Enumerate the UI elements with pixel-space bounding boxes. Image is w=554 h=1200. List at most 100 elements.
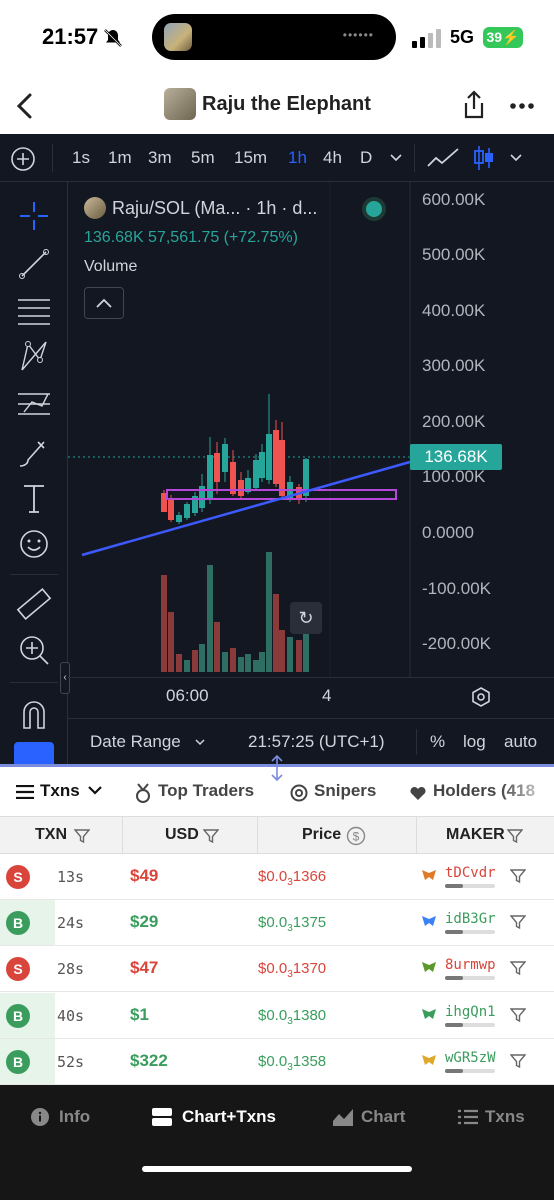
volume-bar — [192, 650, 198, 672]
back-chevron-icon[interactable] — [14, 92, 36, 120]
chevron-down-icon[interactable] — [195, 739, 205, 746]
percent-toggle[interactable]: % — [430, 732, 445, 752]
filter-icon[interactable] — [510, 960, 526, 976]
signal-icon — [412, 29, 441, 48]
timeframe-3m[interactable]: 3m — [148, 148, 172, 168]
legend-symbol[interactable]: Raju/SOL (Ma... · 1h · d... — [112, 198, 317, 219]
volume-bar — [287, 637, 293, 672]
maker-address[interactable]: wGR5zW — [445, 1050, 496, 1066]
volume-bar — [230, 648, 236, 672]
table-row[interactable]: B 40s $1 $0.031380 ihgQn1 — [0, 992, 554, 1039]
line-chart-icon[interactable] — [426, 146, 460, 170]
currency-toggle-icon[interactable]: $ — [346, 826, 366, 846]
y-axis-label: 500.00K — [422, 245, 486, 264]
settings-hex-icon[interactable] — [470, 686, 492, 708]
candlestick-icon[interactable] — [472, 144, 496, 172]
candle-body — [214, 453, 220, 482]
more-icon[interactable] — [510, 102, 534, 110]
log-toggle[interactable]: log — [463, 732, 486, 752]
txn-price-digits: 1366 — [292, 868, 327, 885]
timeframe-15m[interactable]: 15m — [234, 148, 267, 168]
filter-icon[interactable] — [510, 1053, 526, 1069]
timeframe-5m[interactable]: 5m — [191, 148, 215, 168]
add-indicator-icon[interactable] — [10, 146, 36, 172]
volume-bar — [296, 640, 302, 672]
text-icon[interactable] — [14, 478, 54, 518]
txn-usd: $29 — [130, 912, 159, 932]
maker-balance-bar — [445, 1068, 495, 1073]
date-range-button[interactable]: Date Range — [90, 732, 181, 752]
magnet-icon[interactable] — [14, 694, 54, 734]
timezone-clock[interactable]: 21:57:25 (UTC+1) — [248, 732, 385, 752]
island-avatar — [164, 23, 192, 51]
nav-chart[interactable]: Chart — [361, 1107, 405, 1127]
maker-address[interactable]: idB3Gr — [445, 911, 496, 927]
chevron-down-icon[interactable] — [510, 154, 522, 162]
candle-body — [266, 434, 272, 480]
trend-line-icon[interactable] — [14, 244, 54, 284]
maker-balance-bar — [445, 1022, 495, 1027]
brush-icon[interactable] — [14, 432, 54, 472]
auto-toggle[interactable]: auto — [504, 732, 537, 752]
timeframe-d[interactable]: D — [360, 148, 372, 168]
timeframe-bar: 1s 1m 3m 5m 15m 1h 4h D — [0, 134, 554, 182]
pattern-icon[interactable] — [14, 336, 54, 376]
nav-txns[interactable]: Txns — [485, 1107, 525, 1127]
token-avatar — [164, 88, 196, 120]
nav-chart-txns[interactable]: Chart+Txns — [182, 1107, 276, 1127]
maker-address[interactable]: ihgQn1 — [445, 1004, 496, 1020]
filter-icon[interactable] — [510, 914, 526, 930]
target-icon — [290, 784, 308, 802]
txn-usd: $49 — [130, 866, 159, 885]
timeframe-1s[interactable]: 1s — [72, 148, 90, 168]
tab-txns[interactable]: Txns — [40, 781, 80, 801]
nav-info[interactable]: Info — [59, 1107, 90, 1127]
drawing-toolbar — [0, 182, 68, 764]
txn-age: 24s — [57, 914, 85, 933]
collapse-legend-button[interactable] — [84, 287, 124, 319]
maker-address[interactable]: 8urmwp — [445, 957, 496, 973]
volume-bar — [238, 657, 244, 672]
timeframe-1m[interactable]: 1m — [108, 148, 132, 168]
timeframe-1h[interactable]: 1h — [288, 148, 307, 168]
timeframe-4h[interactable]: 4h — [323, 148, 342, 168]
chevron-up-icon — [96, 298, 112, 308]
ruler-icon[interactable] — [14, 584, 54, 624]
txn-age: 13s — [57, 868, 85, 886]
island-dots: •••••• — [342, 28, 374, 42]
tab-snipers[interactable]: Snipers — [314, 781, 376, 801]
filter-icon[interactable] — [507, 828, 523, 844]
candle-body — [207, 455, 213, 500]
tab-top-traders[interactable]: Top Traders — [158, 781, 254, 801]
lock-drawings-button[interactable] — [14, 742, 54, 764]
share-icon[interactable] — [462, 90, 486, 120]
table-row[interactable]: S 13s $49 $0.031366 tDCvdr — [0, 854, 554, 900]
txn-type-badge: B — [6, 911, 30, 936]
candle-body — [238, 480, 244, 496]
chevron-down-icon[interactable] — [88, 786, 102, 796]
fib-lines-icon[interactable] — [14, 290, 54, 330]
list-icon — [458, 1109, 478, 1125]
resize-handle-icon[interactable] — [268, 755, 286, 781]
maker-icon — [422, 1054, 436, 1065]
prediction-icon[interactable] — [14, 384, 54, 424]
volume-bar — [259, 652, 265, 672]
chart-txns-icon — [152, 1108, 172, 1126]
filter-icon[interactable] — [74, 828, 90, 844]
crosshair-icon[interactable] — [14, 196, 54, 236]
txn-usd: $322 — [130, 1050, 168, 1070]
reset-chart-button[interactable]: ↻ — [290, 602, 322, 634]
filter-icon[interactable] — [203, 828, 219, 844]
emoji-icon[interactable] — [14, 524, 54, 564]
table-row[interactable]: B 52s $322 $0.031358 wGR5zW — [0, 1038, 554, 1085]
volume-bar — [303, 632, 309, 672]
table-row[interactable]: S 28s $47 $0.031370 8urmwp — [0, 946, 554, 993]
filter-icon[interactable] — [510, 1007, 526, 1023]
medal-icon — [136, 783, 150, 803]
filter-icon[interactable] — [510, 868, 526, 884]
chevron-down-icon[interactable] — [390, 154, 402, 162]
zoom-in-icon[interactable] — [14, 630, 54, 670]
y-axis-label: -100.00K — [422, 579, 491, 598]
maker-address[interactable]: tDCvdr — [445, 865, 496, 881]
table-row[interactable]: B 24s $29 $0.031375 idB3Gr — [0, 900, 554, 947]
